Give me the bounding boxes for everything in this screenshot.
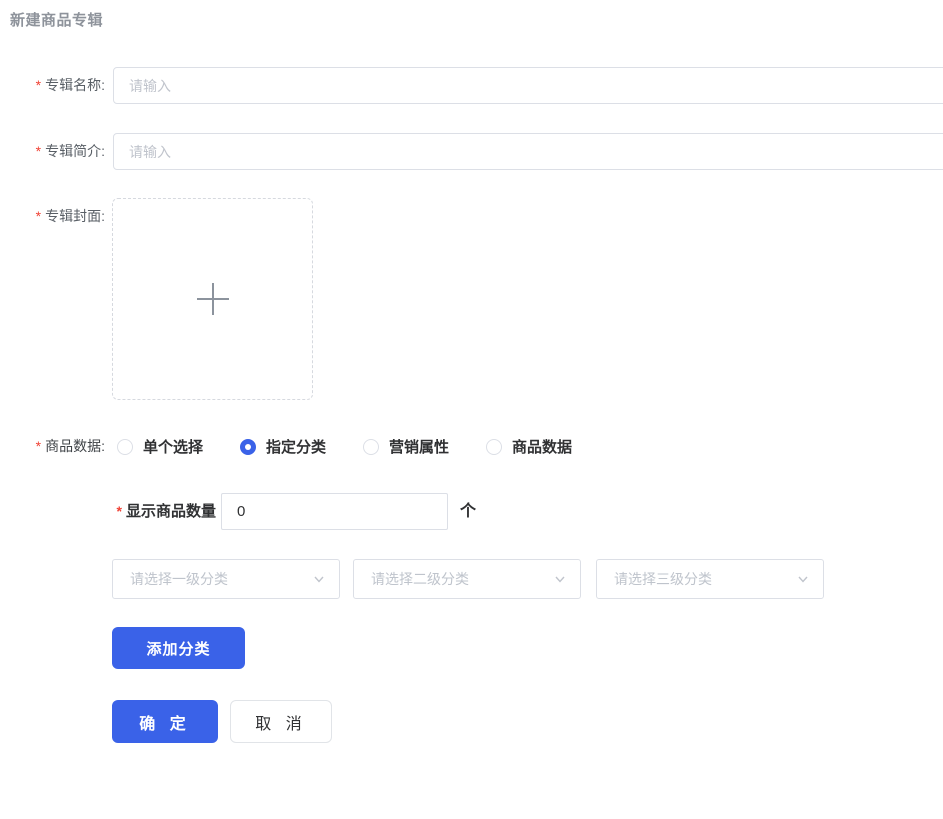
album-intro-label: * 专辑简介: <box>35 143 105 159</box>
chevron-down-icon <box>798 576 808 583</box>
radio-product-data[interactable]: 商品数据 <box>486 436 572 457</box>
display-count-input[interactable] <box>221 493 448 530</box>
count-unit-label: 个 <box>460 503 477 520</box>
select-level2-category[interactable]: 请选择二级分类 <box>353 559 581 599</box>
product-data-radio-group: 单个选择 指定分类 营销属性 商品数据 <box>117 428 609 465</box>
new-album-form: 新建商品专辑 *专辑名称: *专辑简介: *专辑封面: *商品数据: 单个选择 … <box>0 0 943 819</box>
select-level1-category[interactable]: 请选择一级分类 <box>112 559 340 599</box>
cancel-button[interactable]: 取 消 <box>230 700 332 743</box>
display-count-label: * 显示商品数量 <box>116 503 216 520</box>
cover-upload-box[interactable] <box>112 198 313 400</box>
album-intro-input[interactable] <box>113 133 943 170</box>
select-level3-category[interactable]: 请选择三级分类 <box>596 559 824 599</box>
album-cover-label: * 专辑封面: <box>35 208 105 224</box>
required-asterisk: * <box>35 208 42 224</box>
radio-circle-icon <box>486 438 503 455</box>
album-name-label: * 专辑名称: <box>35 77 105 93</box>
required-asterisk: * <box>35 77 42 93</box>
plus-icon <box>196 283 229 315</box>
album-name-input[interactable] <box>113 67 943 104</box>
radio-single-select[interactable]: 单个选择 <box>117 436 203 457</box>
radio-circle-selected-icon <box>240 438 257 455</box>
page-title: 新建商品专辑 <box>10 12 104 29</box>
radio-specified-category[interactable]: 指定分类 <box>240 436 326 457</box>
required-asterisk: * <box>35 438 42 454</box>
confirm-button[interactable]: 确 定 <box>112 700 218 743</box>
add-category-button[interactable]: 添加分类 <box>112 627 245 669</box>
required-asterisk: * <box>35 143 42 159</box>
radio-circle-icon <box>117 438 133 455</box>
product-data-label: * 商品数据: <box>35 438 105 454</box>
chevron-down-icon <box>555 576 565 583</box>
required-asterisk: * <box>116 503 122 519</box>
radio-circle-icon <box>363 438 380 455</box>
radio-marketing-attribute[interactable]: 营销属性 <box>363 436 449 457</box>
chevron-down-icon <box>314 576 324 583</box>
